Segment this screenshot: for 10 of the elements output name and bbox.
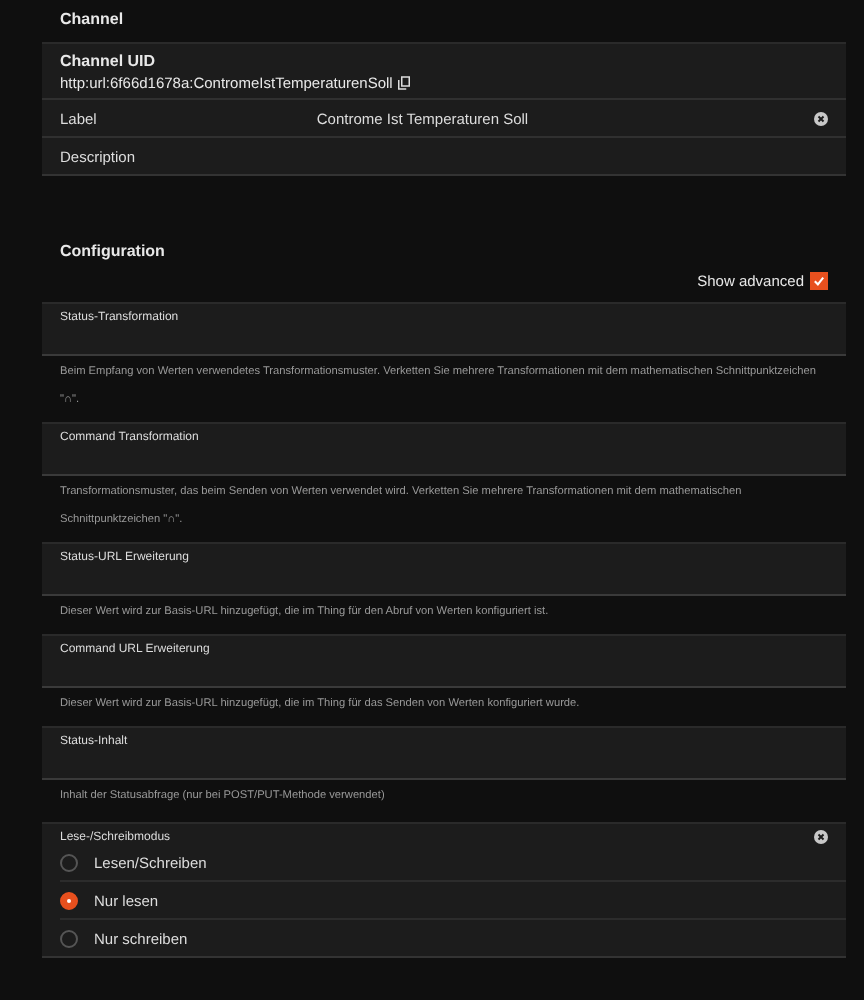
section-title: Channel xyxy=(58,8,126,32)
section-title: Configuration xyxy=(58,240,167,260)
radio-button[interactable] xyxy=(60,853,78,871)
radio-button[interactable] xyxy=(60,929,78,947)
clear-icon[interactable] xyxy=(814,111,828,125)
show-advanced-checkbox[interactable] xyxy=(810,272,828,290)
copy-icon[interactable] xyxy=(398,76,411,90)
field-label: Channel UID xyxy=(60,52,158,70)
radio-button[interactable] xyxy=(60,891,78,909)
clear-icon[interactable] xyxy=(814,830,828,844)
